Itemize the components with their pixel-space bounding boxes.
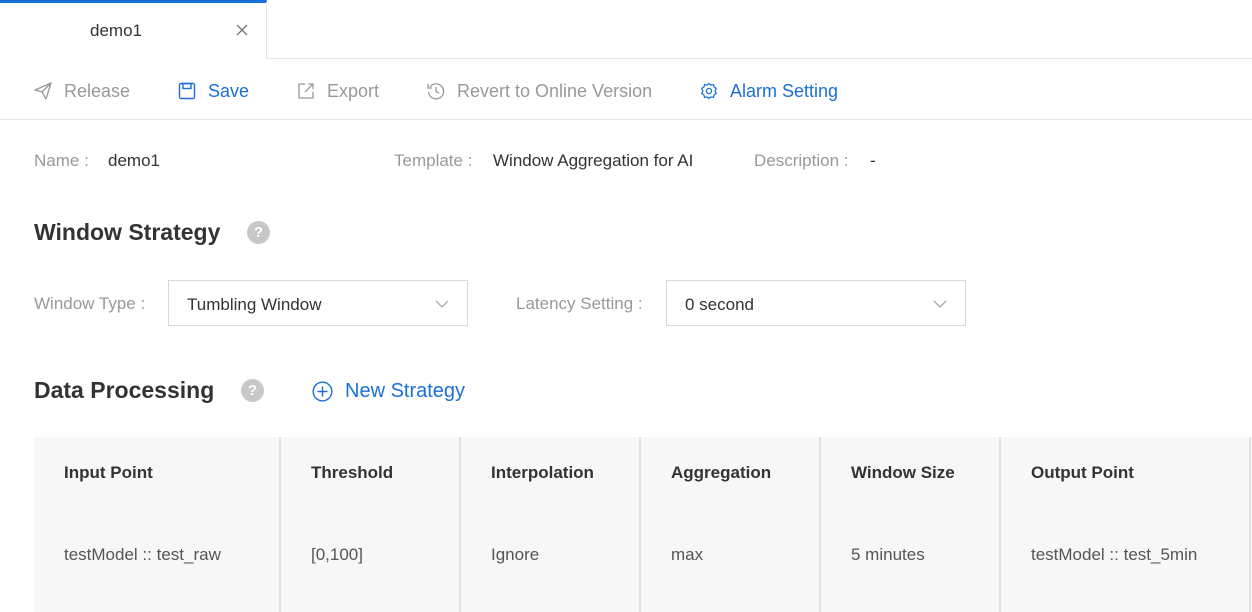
table-column: Interpolation Ignore <box>461 437 641 612</box>
revert-label: Revert to Online Version <box>457 80 653 101</box>
table-column: Window Size 5 minutes <box>821 437 1001 612</box>
table-column: Threshold [0,100] <box>281 437 461 612</box>
column-header: Output Point <box>1031 463 1134 482</box>
tab-demo1[interactable]: demo1 <box>0 0 267 59</box>
table-cell: testModel :: test_raw <box>64 545 221 564</box>
column-header: Threshold <box>311 463 394 482</box>
latency-label: Latency Setting : <box>516 294 643 313</box>
column-header: Interpolation <box>491 463 594 482</box>
help-icon[interactable]: ? <box>247 221 270 244</box>
latency-value: 0 second <box>685 295 754 314</box>
table-cell: max <box>671 545 704 564</box>
description-value-wrap: - <box>870 151 876 171</box>
description-value: - <box>870 151 876 170</box>
table-cell: Ignore <box>491 545 540 564</box>
description-info: Description : <box>754 151 848 171</box>
tab-bar: demo1 <box>0 0 1252 59</box>
table-column: Output Point testModel :: test_5min <box>1001 437 1251 612</box>
template-label: Template : <box>394 151 473 170</box>
window-strategy-title: Window Strategy <box>34 219 221 245</box>
release-label: Release <box>64 80 131 101</box>
name-value-wrap: demo1 <box>108 151 160 171</box>
release-button[interactable]: Release <box>34 80 130 102</box>
template-info: Template : <box>394 151 472 171</box>
save-icon <box>178 82 196 100</box>
column-header: Window Size <box>851 463 955 482</box>
table-column: Aggregation max <box>641 437 821 612</box>
latency-select[interactable]: 0 second <box>666 280 966 326</box>
strategy-table: Input Point testModel :: test_raw Thresh… <box>34 437 1252 612</box>
alarm-setting-label: Alarm Setting <box>730 80 839 101</box>
template-value-wrap: Window Aggregation for AI <box>493 151 693 171</box>
description-label: Description : <box>754 151 849 170</box>
window-type-value: Tumbling Window <box>187 295 322 314</box>
template-value: Window Aggregation for AI <box>493 151 694 170</box>
window-type-label: Window Type : <box>34 294 146 313</box>
gear-icon <box>701 82 717 100</box>
table-cell: testModel :: test_5min <box>1031 545 1198 564</box>
name-label: Name : <box>34 151 89 170</box>
table-cell: [0,100] <box>311 545 363 564</box>
column-header: Input Point <box>64 463 153 482</box>
revert-button[interactable]: Revert to Online Version <box>427 80 652 102</box>
alarm-setting-button[interactable]: Alarm Setting <box>700 80 838 102</box>
tab-label: demo1 <box>90 21 142 40</box>
export-label: Export <box>327 80 380 101</box>
save-label: Save <box>208 80 250 101</box>
send-icon <box>34 82 52 100</box>
column-header: Aggregation <box>671 463 772 482</box>
save-button[interactable]: Save <box>178 80 249 102</box>
close-icon[interactable] <box>235 23 249 37</box>
export-icon <box>298 83 314 99</box>
name-info: Name : <box>34 151 89 171</box>
help-icon[interactable]: ? <box>241 379 264 402</box>
new-strategy-button[interactable]: New Strategy <box>312 380 465 403</box>
chevron-down-icon <box>435 300 449 308</box>
toolbar: Release Save Export Revert to Online Ver… <box>0 60 1252 120</box>
window-type-select[interactable]: Tumbling Window <box>168 280 468 326</box>
export-button[interactable]: Export <box>297 80 379 102</box>
add-circle-icon <box>312 381 333 402</box>
table-column: Input Point testModel :: test_raw <box>34 437 281 612</box>
name-value: demo1 <box>108 151 160 170</box>
chevron-down-icon <box>933 300 947 308</box>
history-icon <box>427 83 445 100</box>
new-strategy-label: New Strategy <box>345 380 466 402</box>
data-processing-title: Data Processing <box>34 377 215 403</box>
table-cell: 5 minutes <box>851 545 925 564</box>
